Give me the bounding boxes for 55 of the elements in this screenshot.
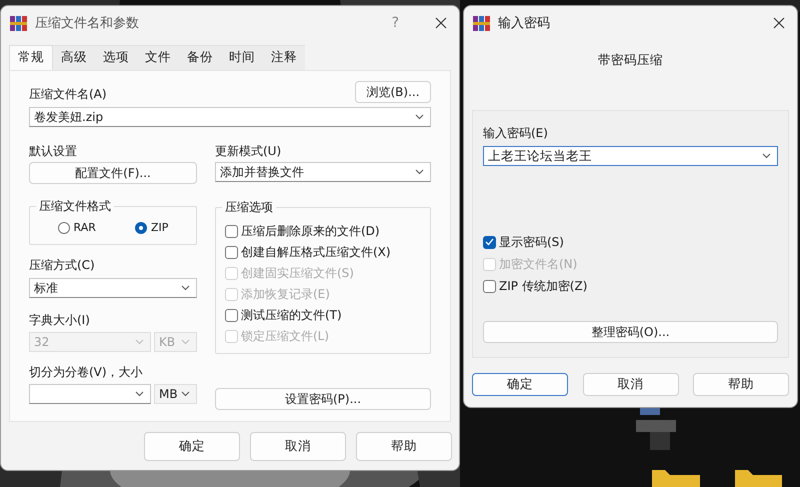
dialog-button[interactable]: 帮助 <box>693 373 789 396</box>
organize-passwords-button[interactable]: 整理密码(O)... <box>483 321 778 343</box>
checkbox[interactable]: 压缩后删除原来的文件(D) <box>225 222 422 240</box>
books-icon <box>473 16 490 30</box>
field-label: 压缩文件名(A) <box>29 86 107 103</box>
checkbox[interactable]: 显示密码(S) <box>483 233 778 251</box>
field-label: 压缩方式(C) <box>29 257 96 274</box>
checkbox[interactable]: 测试压缩的文件(T) <box>225 306 422 324</box>
checkbox[interactable]: 创建自解压格式压缩文件(X) <box>225 243 422 261</box>
field-label: 字典大小(I) <box>29 312 91 329</box>
chevron-down-icon <box>762 153 771 159</box>
set-password-button[interactable]: 设置密码(P)... <box>215 388 431 410</box>
field-label: 更新模式(U) <box>215 143 282 160</box>
method-dropdown[interactable]: 标准 <box>29 278 197 298</box>
chevron-down-icon <box>135 391 144 397</box>
field-label: 切分为分卷(V)，大小 <box>29 364 144 381</box>
chevron-down-icon <box>181 285 190 291</box>
tab[interactable]: 文件 <box>137 45 179 70</box>
dialog-button[interactable]: 取消 <box>582 373 678 396</box>
group-title: 压缩文件格式 <box>36 198 114 215</box>
chevron-down-icon <box>181 339 190 345</box>
tab[interactable]: 时间 <box>221 45 263 70</box>
window-title: 输入密码 <box>498 15 551 32</box>
close-icon[interactable] <box>435 17 447 29</box>
checkbox[interactable]: ZIP 传统加密(Z) <box>483 277 778 295</box>
dialog-button[interactable]: 确定 <box>144 432 240 461</box>
tab[interactable]: 备份 <box>179 45 221 70</box>
dialog-button[interactable]: 帮助 <box>356 432 452 461</box>
chevron-down-icon <box>181 391 190 397</box>
tab[interactable]: 高级 <box>53 45 95 70</box>
group-title: 压缩选项 <box>222 199 276 216</box>
unit-dropdown[interactable]: MB <box>154 384 197 404</box>
password-field[interactable]: 上老王论坛当老王 <box>483 146 778 166</box>
field-label: 输入密码(E) <box>483 125 549 142</box>
profile-button[interactable]: 配置文件(F)... <box>29 162 197 184</box>
books-icon <box>10 16 27 30</box>
tab[interactable]: 常规 <box>9 45 53 70</box>
field-label: 默认设置 <box>29 143 78 160</box>
radio-button[interactable]: RAR <box>58 221 96 234</box>
dialog-button[interactable]: 取消 <box>250 432 346 461</box>
radio-button[interactable]: ZIP <box>135 221 168 234</box>
tab[interactable]: 选项 <box>95 45 137 70</box>
volume-size-dropdown[interactable] <box>29 384 151 404</box>
dialog-heading: 带密码压缩 <box>597 52 664 69</box>
chevron-down-icon <box>135 339 144 345</box>
browse-button[interactable]: 浏览(B)... <box>355 81 431 103</box>
window-title: 压缩文件名和参数 <box>35 15 140 32</box>
checkmark-icon <box>485 238 494 246</box>
chevron-down-icon <box>415 114 424 120</box>
archive-name-field[interactable]: 卷发美妞.zip <box>29 107 431 127</box>
close-icon[interactable] <box>773 17 785 29</box>
dialog-button[interactable]: 确定 <box>472 373 568 396</box>
chevron-down-icon <box>415 169 424 175</box>
update-mode-dropdown[interactable]: 添加并替换文件 <box>215 162 431 182</box>
tab[interactable]: 注释 <box>263 45 305 70</box>
